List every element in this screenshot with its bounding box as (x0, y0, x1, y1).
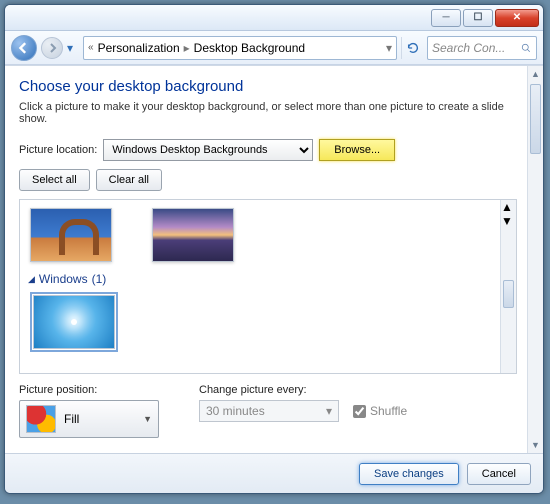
arrow-left-icon (18, 42, 30, 54)
nav-history-dropdown[interactable]: ▾ (67, 41, 79, 55)
interval-value: 30 minutes (206, 404, 265, 418)
shuffle-checkbox[interactable] (353, 405, 366, 418)
chevron-down-icon[interactable]: ▾ (386, 41, 392, 55)
search-placeholder: Search Con... (432, 41, 505, 55)
scroll-thumb[interactable] (503, 280, 514, 308)
scroll-down-icon[interactable]: ▼ (501, 214, 516, 228)
scroll-down-icon[interactable]: ▼ (528, 437, 543, 453)
footer: Save changes Cancel (5, 453, 543, 493)
chevron-down-icon: ▾ (326, 404, 332, 418)
cancel-button[interactable]: Cancel (467, 463, 531, 485)
back-button[interactable] (11, 35, 37, 61)
picture-location-select[interactable]: Windows Desktop Backgrounds (103, 139, 313, 161)
forward-button[interactable] (41, 37, 63, 59)
navbar: ▾ « Personalization ▸ Desktop Background… (5, 31, 543, 65)
wallpaper-thumbnail[interactable] (30, 208, 112, 262)
wallpaper-thumbnail[interactable] (152, 208, 234, 262)
refresh-button[interactable] (401, 37, 423, 59)
content-scrollbar[interactable]: ▲ ▼ (527, 66, 543, 453)
search-icon (520, 42, 532, 54)
arrow-right-icon (47, 43, 57, 53)
change-every-label: Change picture every: (199, 384, 407, 396)
gallery-group-header[interactable]: ◢ Windows (1) (28, 272, 490, 286)
maximize-button[interactable]: ☐ (463, 9, 493, 27)
clear-all-button[interactable]: Clear all (96, 169, 162, 191)
breadcrumb-item[interactable]: Personalization (98, 41, 180, 55)
page-heading: Choose your desktop background (19, 78, 517, 95)
save-changes-button[interactable]: Save changes (359, 463, 459, 485)
chevron-down-icon: ▼ (143, 414, 152, 424)
wallpaper-gallery: ◢ Windows (1) ▲ ▼ (19, 199, 517, 374)
search-input[interactable]: Search Con... (427, 36, 537, 60)
scroll-up-icon[interactable]: ▲ (528, 66, 543, 82)
wallpaper-thumbnail-selected[interactable] (30, 292, 118, 352)
minimize-button[interactable]: ─ (431, 9, 461, 27)
browse-button[interactable]: Browse... (319, 139, 395, 161)
scroll-thumb[interactable] (530, 84, 541, 154)
group-count: (1) (92, 272, 107, 286)
picture-position-label: Picture position: (19, 384, 159, 396)
picture-position-select[interactable]: Fill ▼ (19, 400, 159, 438)
group-name: Windows (39, 272, 88, 286)
close-button[interactable]: ✕ (495, 9, 539, 27)
content-area: Choose your desktop background Click a p… (5, 65, 543, 453)
shuffle-option[interactable]: Shuffle (353, 404, 407, 418)
window-controls: ─ ☐ ✕ (431, 9, 539, 27)
gallery-scrollbar[interactable]: ▲ ▼ (500, 200, 516, 373)
breadcrumb-item[interactable]: Desktop Background (194, 41, 305, 55)
refresh-icon (406, 41, 420, 55)
select-all-button[interactable]: Select all (19, 169, 90, 191)
scroll-up-icon[interactable]: ▲ (501, 200, 516, 214)
breadcrumb-root-icon: « (88, 42, 94, 53)
shuffle-label: Shuffle (370, 404, 407, 418)
address-bar[interactable]: « Personalization ▸ Desktop Background ▾ (83, 36, 397, 60)
picture-location-label: Picture location: (19, 144, 97, 156)
titlebar: ─ ☐ ✕ (5, 5, 543, 31)
position-preview-icon (26, 405, 56, 433)
page-subtext: Click a picture to make it your desktop … (19, 101, 517, 125)
position-value: Fill (64, 412, 79, 426)
collapse-icon: ◢ (28, 274, 35, 285)
breadcrumb-separator-icon: ▸ (184, 41, 190, 55)
change-interval-select[interactable]: 30 minutes ▾ (199, 400, 339, 422)
window-frame: ─ ☐ ✕ ▾ « Personalization ▸ Desktop Back… (4, 4, 544, 494)
